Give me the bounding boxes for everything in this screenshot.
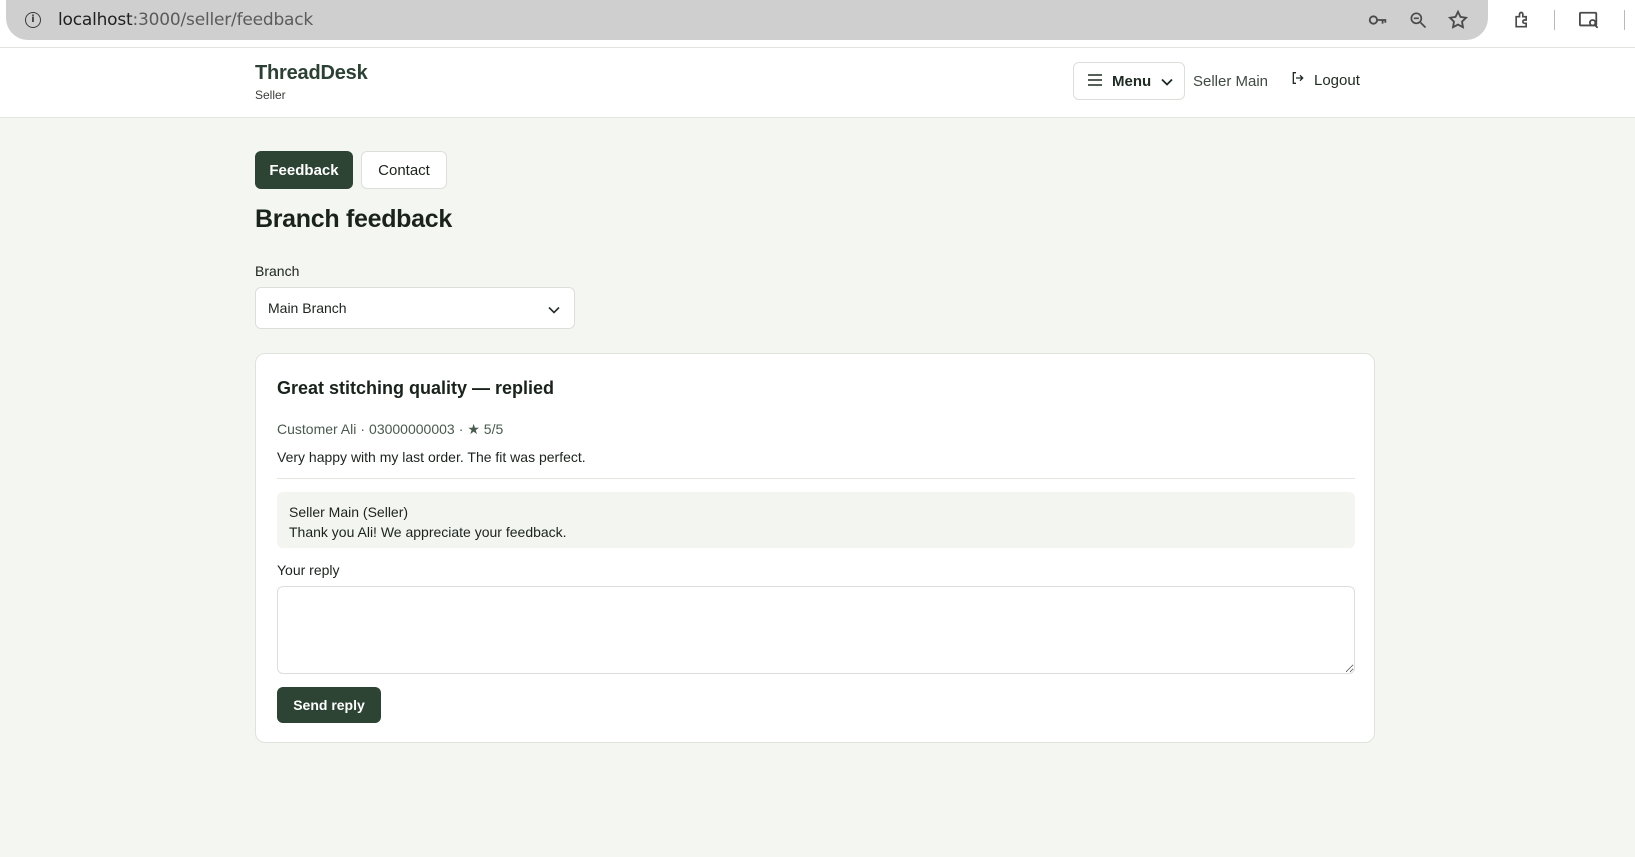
media-search-icon[interactable]	[1577, 8, 1601, 32]
logout-icon	[1290, 70, 1306, 90]
tab-feedback[interactable]: Feedback	[255, 151, 353, 189]
hamburger-icon	[1088, 73, 1102, 90]
branch-select-value: Main Branch	[268, 300, 347, 316]
rating: ★ 5/5	[467, 421, 504, 437]
logout-button[interactable]: Logout	[1290, 70, 1360, 90]
seller-reply: Seller Main (Seller) Thank you Ali! We a…	[277, 492, 1355, 548]
branch-select[interactable]: Main Branch	[255, 287, 575, 329]
chevron-down-icon	[548, 301, 560, 317]
menu-button[interactable]: Menu	[1073, 62, 1185, 100]
info-icon[interactable]: i	[20, 7, 46, 33]
zoom-icon[interactable]	[1406, 8, 1430, 32]
feedback-card: Great stitching quality — replied Custom…	[255, 353, 1375, 743]
chevron-down-icon	[1161, 73, 1173, 90]
star-icon[interactable]	[1446, 8, 1470, 32]
toolbar-divider	[1554, 10, 1555, 30]
tab-contact[interactable]: Contact	[361, 151, 447, 189]
extensions-icon[interactable]	[1510, 8, 1534, 32]
key-icon[interactable]	[1366, 8, 1390, 32]
seller-name: Seller Main	[1193, 73, 1269, 90]
feedback-title: Great stitching quality — replied	[277, 378, 555, 398]
brand-subtitle: Seller	[255, 88, 286, 102]
browser-toolbar: i localhost:3000/seller/feedback	[0, 0, 1635, 48]
divider	[277, 478, 1355, 479]
address-bar[interactable]: i localhost:3000/seller/feedback	[6, 0, 1488, 40]
toolbar-divider	[1624, 10, 1625, 30]
brand-title: ThreadDesk	[255, 62, 368, 84]
menu-label: Menu	[1112, 72, 1152, 90]
send-reply-button[interactable]: Send reply	[277, 687, 381, 723]
feedback-body: Very happy with my last order. The fit w…	[277, 449, 586, 465]
reply-author: Seller Main (Seller)	[289, 504, 409, 520]
customer-phone: 03000000003	[369, 421, 455, 437]
reply-label: Your reply	[277, 562, 340, 578]
customer-name: Customer Ali	[277, 421, 357, 437]
reply-textarea[interactable]	[277, 586, 1355, 674]
branch-label: Branch	[255, 263, 300, 279]
feedback-meta: Customer Ali · 03000000003 · ★ 5/5	[277, 421, 504, 437]
page-title: Branch feedback	[255, 205, 452, 233]
logout-label: Logout	[1314, 71, 1360, 89]
site-header: ThreadDesk Seller Menu Seller Main Logou…	[0, 48, 1635, 118]
reply-text: Thank you Ali! We appreciate your feedba…	[289, 524, 567, 540]
url-text[interactable]: localhost:3000/seller/feedback	[58, 10, 313, 30]
brand[interactable]: ThreadDesk Seller	[255, 62, 368, 102]
